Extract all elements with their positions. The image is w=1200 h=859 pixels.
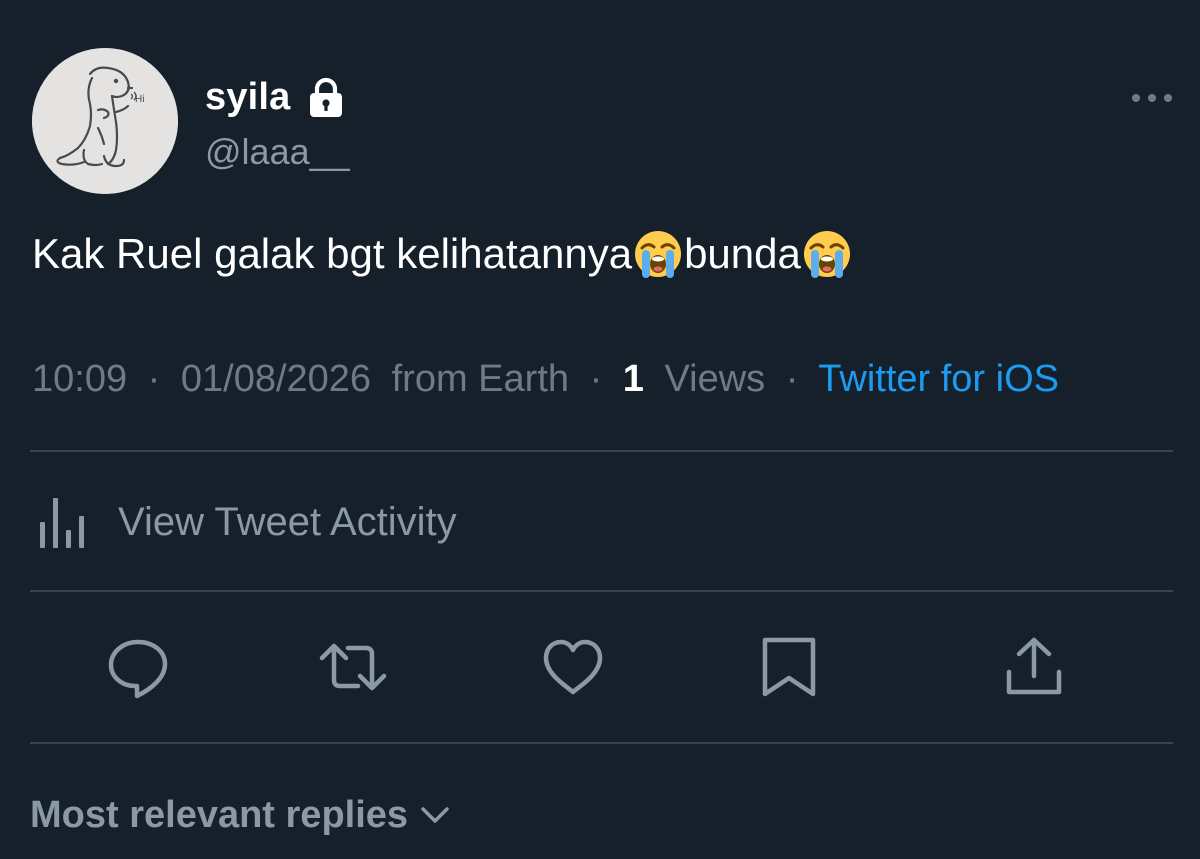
retweet-button[interactable] xyxy=(318,632,388,702)
author-name-row: syila xyxy=(205,72,347,122)
view-tweet-activity-label: View Tweet Activity xyxy=(118,499,457,544)
meta-separator: · xyxy=(147,358,161,400)
author-handle[interactable]: @laaa__ xyxy=(205,131,350,173)
replies-sort-selector[interactable]: Most relevant replies xyxy=(30,788,452,842)
avatar[interactable]: Hi xyxy=(32,48,178,194)
tweet-source-link[interactable]: Twitter for iOS xyxy=(818,358,1059,400)
like-icon xyxy=(543,639,603,695)
share-icon xyxy=(1006,637,1062,695)
dinosaur-doodle-avatar: Hi xyxy=(32,48,178,194)
replies-sort-label: Most relevant replies xyxy=(30,793,409,836)
reply-icon xyxy=(108,639,168,699)
tweet-text-part2: bunda xyxy=(684,230,801,277)
tweet-time: 10:09 xyxy=(32,358,128,400)
chevron-down-icon xyxy=(418,798,452,832)
bar-chart-icon xyxy=(36,492,96,552)
reply-button[interactable] xyxy=(103,632,173,702)
divider xyxy=(30,590,1173,592)
bookmark-button[interactable] xyxy=(755,632,825,702)
share-button[interactable] xyxy=(999,632,1069,702)
tweet-detail-screen: Hi syila @laaa__ Kak Ruel galak bgt keli… xyxy=(0,0,1200,859)
tweet-location: from Earth xyxy=(391,358,570,400)
tweet-meta: 10:09 · 01/08/2026 from Earth · 1 Views … xyxy=(32,358,1059,401)
divider xyxy=(30,742,1173,744)
tweet-text-part1: Kak Ruel galak bgt kelihatannya xyxy=(32,230,633,277)
protected-lock-icon xyxy=(305,76,347,118)
divider xyxy=(30,450,1173,452)
like-button[interactable] xyxy=(538,632,608,702)
tweet-text: Kak Ruel galak bgt kelihatannya bunda xyxy=(32,228,853,280)
display-name[interactable]: syila xyxy=(205,76,291,119)
views-label: Views xyxy=(664,358,766,400)
tweet-date: 01/08/2026 xyxy=(180,358,372,400)
meta-separator: · xyxy=(785,358,799,400)
meta-separator: · xyxy=(589,358,603,400)
view-tweet-activity-button[interactable]: View Tweet Activity xyxy=(36,492,457,552)
bookmark-icon xyxy=(762,637,816,697)
retweet-icon xyxy=(319,643,387,691)
loudly-crying-face-emoji-icon xyxy=(801,228,853,280)
loudly-crying-face-emoji-icon xyxy=(632,228,684,280)
views-count: 1 xyxy=(622,358,644,400)
more-options-icon[interactable] xyxy=(1128,84,1176,112)
